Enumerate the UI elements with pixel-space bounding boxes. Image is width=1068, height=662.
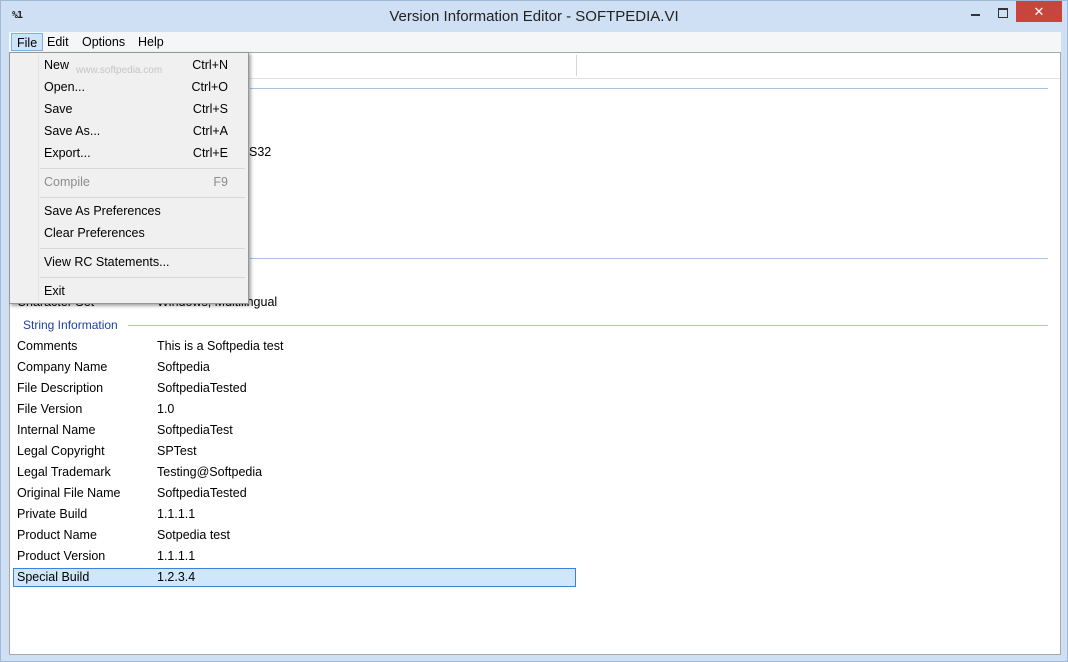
maximize-button[interactable] [989, 1, 1016, 22]
section-separator [250, 258, 1048, 259]
menu-item-shortcut: Ctrl+N [192, 58, 228, 72]
minimize-icon [970, 13, 980, 16]
table-row[interactable]: Legal Trademark Testing@Softpedia [13, 463, 576, 482]
menu-separator [40, 197, 245, 198]
menu-item-compile: Compile F9 [12, 172, 246, 192]
maximize-icon [997, 7, 1008, 18]
menu-item-label: Compile [44, 175, 90, 189]
row-label: Legal Copyright [17, 444, 105, 458]
menu-item-shortcut: F9 [213, 175, 228, 189]
file-menu-dropdown: www.softpedia.com New Ctrl+N Open... Ctr… [9, 52, 249, 304]
row-value: SoftpediaTested [157, 381, 247, 395]
table-row[interactable]: Internal Name SoftpediaTest [13, 421, 576, 440]
menu-item-exit[interactable]: Exit [12, 281, 246, 301]
menu-edit[interactable]: Edit [42, 33, 74, 51]
menu-item-shortcut: Ctrl+S [192, 102, 228, 116]
menu-file[interactable]: File [11, 33, 44, 51]
menu-item-label: View RC Statements... [44, 255, 170, 269]
menu-item-clear-preferences[interactable]: Clear Preferences [12, 223, 246, 243]
table-row[interactable]: Company Name Softpedia [13, 358, 576, 377]
row-label: Product Version [17, 549, 106, 563]
row-label: Product Name [17, 528, 97, 542]
row-value: Sotpedia test [157, 528, 230, 542]
row-label: Comments [17, 339, 78, 353]
row-label: Special Build [17, 570, 90, 584]
table-row[interactable]: Comments This is a Softpedia test [13, 337, 576, 356]
row-value: 1.1.1.1 [157, 549, 196, 563]
row-value: 1.1.1.1 [157, 507, 196, 521]
menu-item-label: Save As... [44, 124, 101, 138]
row-value: SoftpediaTest [157, 423, 233, 437]
section-separator [250, 88, 1048, 89]
menu-item-shortcut: Ctrl+E [192, 146, 228, 160]
row-value: SoftpediaTested [157, 486, 247, 500]
row-label: Internal Name [17, 423, 96, 437]
menu-item-open[interactable]: Open... Ctrl+O [12, 77, 246, 97]
row-value: This is a Softpedia test [157, 339, 284, 353]
obscured-value-fragment: S32 [249, 145, 272, 159]
menu-separator [40, 168, 245, 169]
row-label: File Version [17, 402, 83, 416]
menu-item-view-rc-statements[interactable]: View RC Statements... [12, 252, 246, 272]
menu-bar: File Edit Options Help [9, 32, 1061, 52]
menu-item-label: Export... [44, 146, 91, 160]
row-value: Softpedia [157, 360, 210, 374]
table-row[interactable]: File Version 1.0 [13, 400, 576, 419]
row-value: SPTest [157, 444, 197, 458]
table-row-selected[interactable]: Special Build 1.2.3.4 [13, 568, 576, 587]
title-bar[interactable]: %1 Version Information Editor - SOFTPEDI… [1, 1, 1067, 32]
row-value: Testing@Softpedia [157, 465, 263, 479]
menu-item-label: Save [44, 102, 73, 116]
row-value: 1.0 [157, 402, 175, 416]
menu-item-save-as-preferences[interactable]: Save As Preferences [12, 201, 246, 221]
table-row[interactable]: Product Name Sotpedia test [13, 526, 576, 545]
minimize-button[interactable] [961, 1, 989, 22]
table-row[interactable]: Original File Name SoftpediaTested [13, 484, 576, 503]
menu-item-label: Open... [44, 80, 85, 94]
menu-item-shortcut: Ctrl+O [191, 80, 228, 94]
table-row[interactable]: Product Version 1.1.1.1 [13, 547, 576, 566]
row-label: Original File Name [17, 486, 121, 500]
menu-separator [40, 277, 245, 278]
close-button[interactable]: ✕ [1016, 1, 1062, 22]
table-row[interactable]: File Description SoftpediaTested [13, 379, 576, 398]
menu-item-export[interactable]: Export... Ctrl+E [12, 143, 246, 163]
menu-item-save-as[interactable]: Save As... Ctrl+A [12, 121, 246, 141]
table-row[interactable]: Private Build 1.1.1.1 [13, 505, 576, 524]
menu-item-label: New [44, 58, 70, 72]
menu-options[interactable]: Options [77, 33, 130, 51]
row-label: Company Name [17, 360, 108, 374]
window-title: Version Information Editor - SOFTPEDIA.V… [389, 8, 679, 25]
app-window: %1 Version Information Editor - SOFTPEDI… [0, 0, 1068, 662]
row-label: File Description [17, 381, 104, 395]
menu-help[interactable]: Help [133, 33, 169, 51]
section-separator [128, 325, 1048, 326]
column-divider[interactable] [576, 55, 577, 76]
menu-item-save[interactable]: Save Ctrl+S [12, 99, 246, 119]
menu-separator [40, 248, 245, 249]
section-heading-string-information: String Information [23, 318, 118, 332]
menu-item-label: Clear Preferences [44, 226, 145, 240]
menu-item-label: Exit [44, 284, 65, 298]
menu-item-label: Save As Preferences [44, 204, 161, 218]
row-label: Legal Trademark [17, 465, 111, 479]
table-row[interactable]: Legal Copyright SPTest [13, 442, 576, 461]
row-value: 1.2.3.4 [157, 570, 196, 584]
row-label: Private Build [17, 507, 88, 521]
menu-item-shortcut: Ctrl+A [192, 124, 228, 138]
menu-item-new[interactable]: New Ctrl+N [12, 55, 246, 75]
close-icon: ✕ [1033, 4, 1045, 19]
